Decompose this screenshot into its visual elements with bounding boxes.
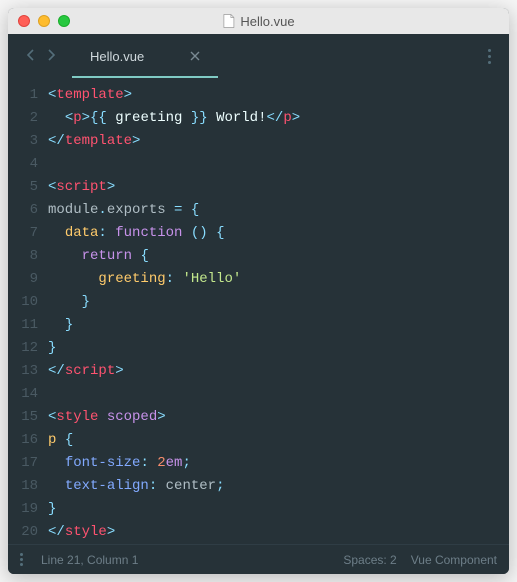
status-bar: Line 21, Column 1 Spaces: 2 Vue Componen… xyxy=(8,544,509,574)
document-icon xyxy=(222,14,234,28)
line-number: 12 xyxy=(8,337,38,360)
line-number: 11 xyxy=(8,314,38,337)
tab-bar: Hello.vue xyxy=(8,34,509,78)
tab-hello-vue[interactable]: Hello.vue xyxy=(72,35,218,77)
line-number: 1 xyxy=(8,84,38,107)
line-number-gutter: 1234567891011121314151617181920 xyxy=(8,84,48,544)
nav-back-button[interactable] xyxy=(20,46,41,67)
code-line[interactable]: data: function () { xyxy=(48,222,509,245)
code-line[interactable]: </style> xyxy=(48,521,509,544)
titlebar: Hello.vue xyxy=(8,8,509,34)
close-icon xyxy=(190,51,200,61)
code-line[interactable]: <template> xyxy=(48,84,509,107)
line-number: 3 xyxy=(8,130,38,153)
line-number: 6 xyxy=(8,199,38,222)
line-number: 16 xyxy=(8,429,38,452)
line-number: 18 xyxy=(8,475,38,498)
code-line[interactable] xyxy=(48,383,509,406)
line-number: 15 xyxy=(8,406,38,429)
code-line[interactable]: font-size: 2em; xyxy=(48,452,509,475)
chevron-left-icon xyxy=(26,48,35,62)
close-window-button[interactable] xyxy=(18,15,30,27)
traffic-lights xyxy=(18,15,70,27)
code-line[interactable]: p { xyxy=(48,429,509,452)
tab-label: Hello.vue xyxy=(90,49,144,64)
line-number: 4 xyxy=(8,153,38,176)
code-line[interactable]: <style scoped> xyxy=(48,406,509,429)
line-number: 17 xyxy=(8,452,38,475)
window-title: Hello.vue xyxy=(222,14,294,29)
nav-forward-button[interactable] xyxy=(41,46,62,67)
line-number: 7 xyxy=(8,222,38,245)
code-line[interactable]: module.exports = { xyxy=(48,199,509,222)
code-line[interactable]: return { xyxy=(48,245,509,268)
code-line[interactable]: </template> xyxy=(48,130,509,153)
code-line[interactable]: greeting: 'Hello' xyxy=(48,268,509,291)
line-number: 13 xyxy=(8,360,38,383)
line-number: 9 xyxy=(8,268,38,291)
tab-active-indicator xyxy=(72,76,218,78)
minimize-window-button[interactable] xyxy=(38,15,50,27)
code-line[interactable]: <script> xyxy=(48,176,509,199)
tab-close-button[interactable] xyxy=(190,48,200,64)
code-editor[interactable]: 1234567891011121314151617181920 <templat… xyxy=(8,78,509,544)
status-indentation[interactable]: Spaces: 2 xyxy=(343,553,396,567)
code-line[interactable]: </script> xyxy=(48,360,509,383)
line-number: 5 xyxy=(8,176,38,199)
code-line[interactable]: text-align: center; xyxy=(48,475,509,498)
line-number: 14 xyxy=(8,383,38,406)
status-menu-button[interactable] xyxy=(20,553,23,566)
editor-window: Hello.vue Hello.vue 12345678910111213141… xyxy=(8,8,509,574)
chevron-right-icon xyxy=(47,48,56,62)
code-line[interactable]: <p>{{ greeting }} World!</p> xyxy=(48,107,509,130)
code-content[interactable]: <template> <p>{{ greeting }} World!</p><… xyxy=(48,84,509,544)
line-number: 2 xyxy=(8,107,38,130)
zoom-window-button[interactable] xyxy=(58,15,70,27)
code-line[interactable]: } xyxy=(48,291,509,314)
status-cursor-position[interactable]: Line 21, Column 1 xyxy=(41,553,138,567)
line-number: 8 xyxy=(8,245,38,268)
line-number: 20 xyxy=(8,521,38,544)
tab-options-button[interactable] xyxy=(482,49,497,64)
code-line[interactable]: } xyxy=(48,337,509,360)
code-line[interactable]: } xyxy=(48,314,509,337)
code-line[interactable]: } xyxy=(48,498,509,521)
window-title-text: Hello.vue xyxy=(240,14,294,29)
status-language[interactable]: Vue Component xyxy=(411,553,497,567)
line-number: 10 xyxy=(8,291,38,314)
line-number: 19 xyxy=(8,498,38,521)
code-line[interactable] xyxy=(48,153,509,176)
